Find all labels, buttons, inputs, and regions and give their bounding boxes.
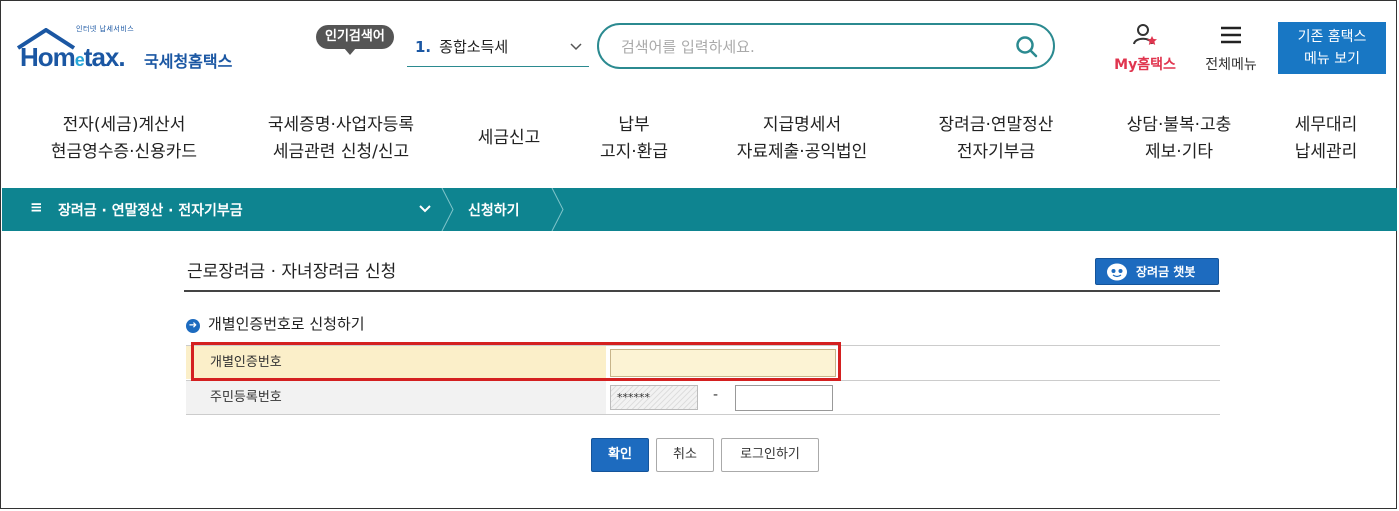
nav-item-line1: 세무대리 [1294,115,1358,135]
section-title-text: 개별인증번호로 신청하기 [208,315,365,333]
my-hometax-button[interactable]: My홈택스 [1107,22,1183,74]
all-menu-button[interactable]: 전체메뉴 [1196,22,1266,74]
chatbot-button[interactable]: 장려금 챗봇 [1095,258,1219,285]
nav-item-line1: 지급명세서 [762,115,842,135]
nav-item-consultation[interactable]: 상담·불복·고충 제보·기타 [1104,112,1254,166]
breadcrumb-category[interactable]: 장려금 · 연말정산 · 전자기부금 [58,200,243,220]
table-divider [186,414,1220,415]
search-icon[interactable] [1015,35,1039,63]
old-hometax-menu-button[interactable]: 기존 홈택스 메뉴 보기 [1278,22,1386,74]
confirm-button[interactable]: 확인 [591,438,649,472]
chevron-down-icon[interactable] [418,199,432,223]
rrn-label: 주민등록번호 [186,381,606,414]
nav-item-line1: 장려금·연말정산 [938,115,1054,135]
nav-item-line1: 전자(세금)계산서 [62,115,186,135]
popular-search-badge: 인기검색어 [316,25,394,55]
breadcrumb-menu-icon[interactable]: ≡ [30,198,43,216]
nav-item-line1: 세금신고 [477,128,541,148]
nav-item-line2: 세금관련 신청/신고 [272,142,410,162]
nav-item-line2: 전자기부금 [956,142,1036,162]
my-hometax-label: My홈택스 [1114,57,1176,73]
hometax-logo[interactable]: 인터넷 납세서비스 Hometax. 국세청홈택스 [16,20,246,76]
old-hometax-line2: 메뉴 보기 [1304,51,1360,67]
highlight-box [191,342,841,381]
old-hometax-line1: 기존 홈택스 [1297,29,1367,45]
window-frame [0,0,1397,509]
nav-item-line2: 자료제출·공익법인 [736,142,868,162]
nav-item-payment[interactable]: 납부 고지·환급 [584,112,684,166]
login-button[interactable]: 로그인하기 [721,438,819,472]
nav-item-line2: 현금영수증·신용카드 [50,142,198,162]
nav-item-line1: 상담·불복·고충 [1126,115,1232,135]
nav-item-line2: 제보·기타 [1145,142,1213,162]
cancel-button[interactable]: 취소 [656,438,714,472]
logo-wordmark: Hometax. [20,42,126,72]
main-nav: 전자(세금)계산서 현금영수증·신용카드 국세증명·사업자등록 세금관련 신청/… [0,112,1399,168]
rrn-back-input[interactable] [735,385,833,411]
breadcrumb-separator-icon [441,188,454,231]
breadcrumb: ≡ 장려금 · 연말정산 · 전자기부금 신청하기 [2,188,1397,231]
search-box [597,23,1055,69]
nav-item-certificates[interactable]: 국세증명·사업자등록 세금관련 신청/신고 [248,112,434,166]
all-menu-label: 전체메뉴 [1205,57,1257,73]
rrn-dash: - [713,387,719,403]
popular-search-select[interactable]: 1. 종합소득세 [407,30,589,67]
logo-korean-name: 국세청홈택스 [144,52,233,71]
chatbot-icon [1107,263,1127,281]
page-title: 근로장려금 · 자녀장려금 신청 [187,262,397,282]
chevron-down-icon [569,30,583,77]
nav-item-e-invoice[interactable]: 전자(세금)계산서 현금영수증·신용카드 [36,112,212,166]
arrow-right-circle-icon: ➜ [186,319,200,333]
breadcrumb-separator-icon [551,188,564,231]
title-divider [184,290,1220,292]
nav-item-tax-agent[interactable]: 세무대리 납세관리 [1286,112,1366,166]
breadcrumb-current[interactable]: 신청하기 [468,200,520,220]
nav-item-line1: 납부 [618,115,650,135]
nav-item-incentives[interactable]: 장려금·연말정산 전자기부금 [920,112,1072,166]
section-title: ➜ 개별인증번호로 신청하기 [186,313,365,334]
user-icon [1133,24,1157,45]
search-input[interactable] [619,34,1003,60]
logo-subtitle: 인터넷 납세서비스 [76,25,135,33]
nav-item-tax-filing[interactable]: 세금신고 [466,125,552,152]
nav-item-line2: 납세관리 [1294,142,1358,162]
nav-item-line2: 고지·환급 [600,142,668,162]
nav-item-line1: 국세증명·사업자등록 [267,115,415,135]
rrn-front-field: ****** [610,385,698,410]
chatbot-label: 장려금 챗봇 [1136,265,1196,279]
popular-search-term: 종합소득세 [439,38,509,56]
nav-item-statements[interactable]: 지급명세서 자료제출·공익법인 [716,112,888,166]
popular-rank-number: 1. [415,38,432,56]
hamburger-menu-icon [1221,26,1241,44]
